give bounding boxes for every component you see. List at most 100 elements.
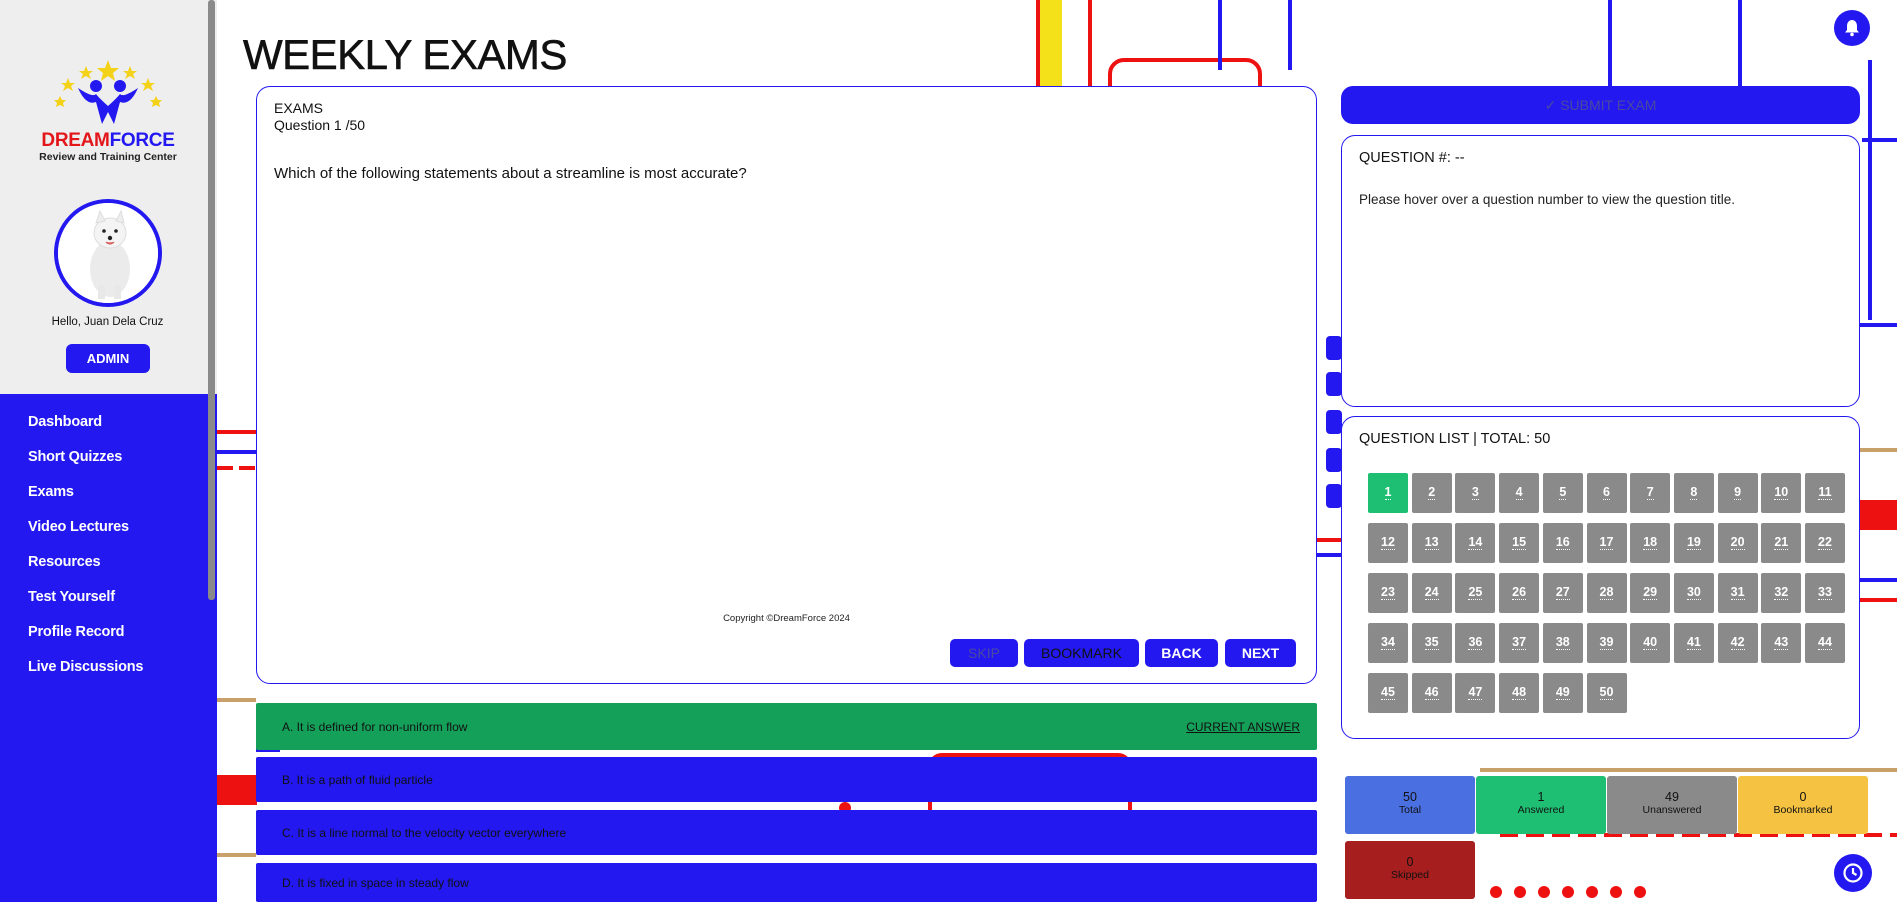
question-number-button[interactable]: 10 <box>1761 473 1802 513</box>
question-number-label: 50 <box>1599 685 1614 700</box>
copyright-text: Copyright ©DreamForce 2024 <box>723 613 850 624</box>
sidebar-item-dashboard[interactable]: Dashboard <box>28 412 143 447</box>
sidebar-item-live-discussions[interactable]: Live Discussions <box>28 657 143 692</box>
next-button[interactable]: NEXT <box>1225 639 1296 667</box>
question-number-button[interactable]: 38 <box>1542 623 1583 663</box>
question-number-button[interactable]: 8 <box>1673 473 1714 513</box>
question-number-button[interactable]: 12 <box>1368 523 1408 563</box>
answer-option-a[interactable]: A. It is defined for non-uniform flow CU… <box>256 703 1317 750</box>
question-number-button[interactable]: 36 <box>1455 623 1496 663</box>
stat-value: 49 <box>1665 790 1679 804</box>
brand-logo[interactable]: DREAMFORCE Review and Training Center <box>38 58 178 168</box>
question-number-button[interactable]: 47 <box>1455 673 1496 713</box>
sidebar-scrollbar[interactable] <box>208 0 215 600</box>
question-number-button[interactable]: 15 <box>1499 523 1540 563</box>
question-number-button[interactable]: 14 <box>1455 523 1496 563</box>
stat-unanswered: 49 Unanswered <box>1607 776 1737 834</box>
question-number-button[interactable]: 17 <box>1586 523 1627 563</box>
notification-button[interactable] <box>1834 10 1870 46</box>
submit-exam-button[interactable]: ✓ SUBMIT EXAM <box>1341 86 1860 124</box>
brand-name: DREAMFORCE <box>41 130 175 151</box>
sidebar-item-video-lectures[interactable]: Video Lectures <box>28 517 143 552</box>
answer-option-c[interactable]: C. It is a line normal to the velocity v… <box>256 810 1317 855</box>
question-number-button[interactable]: 42 <box>1717 623 1758 663</box>
question-number-button[interactable]: 3 <box>1455 473 1496 513</box>
question-number-button[interactable]: 1 <box>1368 473 1408 513</box>
question-number-button[interactable]: 9 <box>1717 473 1758 513</box>
bookmark-button[interactable]: BOOKMARK <box>1024 639 1139 667</box>
question-number-button[interactable]: 35 <box>1411 623 1452 663</box>
question-number-button[interactable]: 27 <box>1542 573 1583 613</box>
stat-label: Skipped <box>1391 869 1429 881</box>
question-number-button[interactable]: 23 <box>1368 573 1408 613</box>
answer-option-d[interactable]: D. It is fixed in space in steady flow <box>256 863 1317 902</box>
question-number-label: 47 <box>1468 685 1483 700</box>
question-number-button[interactable]: 31 <box>1717 573 1758 613</box>
question-number-button[interactable]: 39 <box>1586 623 1627 663</box>
question-number-button[interactable]: 6 <box>1586 473 1627 513</box>
dreamforce-stars-logo-icon <box>54 60 162 124</box>
question-number-button[interactable]: 24 <box>1411 573 1452 613</box>
stat-skipped: 0 Skipped <box>1345 841 1475 899</box>
answer-option-b[interactable]: B. It is a path of fluid particle <box>256 757 1317 802</box>
question-number-button[interactable]: 22 <box>1805 523 1845 563</box>
stat-bookmarked: 0 Bookmarked <box>1738 776 1868 834</box>
question-number-button[interactable]: 43 <box>1761 623 1802 663</box>
question-number-button[interactable]: 5 <box>1542 473 1583 513</box>
question-number-button[interactable]: 7 <box>1630 473 1671 513</box>
question-number-button[interactable]: 48 <box>1499 673 1540 713</box>
question-number-button[interactable]: 49 <box>1542 673 1583 713</box>
question-number-button[interactable]: 18 <box>1630 523 1671 563</box>
question-number-button[interactable]: 2 <box>1411 473 1452 513</box>
question-number-button[interactable]: 30 <box>1673 573 1714 613</box>
question-number-button[interactable]: 20 <box>1717 523 1758 563</box>
question-number-button[interactable]: 46 <box>1411 673 1452 713</box>
question-number-button[interactable]: 19 <box>1673 523 1714 563</box>
question-number-button[interactable]: 29 <box>1630 573 1671 613</box>
question-number-label: 49 <box>1555 685 1570 700</box>
sidebar-item-short-quizzes[interactable]: Short Quizzes <box>28 447 143 482</box>
question-number-button[interactable]: 33 <box>1805 573 1845 613</box>
question-number-label: 45 <box>1381 685 1395 700</box>
section-label: EXAMS <box>274 100 324 116</box>
question-number-button[interactable]: 25 <box>1455 573 1496 613</box>
question-number-label: 29 <box>1643 585 1658 600</box>
question-number-button[interactable]: 13 <box>1411 523 1452 563</box>
question-number-button[interactable]: 26 <box>1499 573 1540 613</box>
question-number-label: 7 <box>1646 485 1654 500</box>
back-button[interactable]: BACK <box>1145 639 1218 667</box>
preview-title: QUESTION #: -- <box>1359 150 1465 166</box>
avatar[interactable] <box>54 199 162 307</box>
sidebar-item-exams[interactable]: Exams <box>28 482 143 517</box>
question-number-label: 46 <box>1424 685 1439 700</box>
question-number-button[interactable]: 28 <box>1586 573 1627 613</box>
question-number-label: 3 <box>1471 485 1479 500</box>
question-number-button[interactable]: 16 <box>1542 523 1583 563</box>
question-number-label: 11 <box>1818 485 1832 500</box>
question-number-button[interactable]: 4 <box>1499 473 1540 513</box>
question-number-button[interactable]: 11 <box>1805 473 1845 513</box>
question-number-button[interactable]: 34 <box>1368 623 1408 663</box>
question-number-label: 2 <box>1428 485 1436 500</box>
current-answer-label: CURRENT ANSWER <box>1186 719 1300 734</box>
question-number-button[interactable]: 45 <box>1368 673 1408 713</box>
question-number-label: 15 <box>1512 535 1527 550</box>
sidebar: DREAMFORCE Review and Training Center He… <box>0 0 217 902</box>
question-number-label: 12 <box>1381 535 1395 550</box>
question-number-button[interactable]: 32 <box>1761 573 1802 613</box>
question-number-button[interactable]: 50 <box>1586 673 1627 713</box>
timer-button[interactable] <box>1834 854 1872 892</box>
question-number-button[interactable]: 21 <box>1761 523 1802 563</box>
sidebar-item-profile-record[interactable]: Profile Record <box>28 622 143 657</box>
sidebar-item-test-yourself[interactable]: Test Yourself <box>28 587 143 622</box>
question-number-button[interactable]: 44 <box>1805 623 1845 663</box>
question-number-button[interactable]: 41 <box>1673 623 1714 663</box>
page-title: WEEKLY EXAMS <box>243 31 568 79</box>
stat-value: 0 <box>1799 790 1807 804</box>
sidebar-item-resources[interactable]: Resources <box>28 552 143 587</box>
question-text: Which of the following statements about … <box>274 165 747 182</box>
admin-role-button[interactable]: ADMIN <box>66 344 150 373</box>
skip-button[interactable]: SKIP <box>950 639 1018 667</box>
question-number-button[interactable]: 37 <box>1499 623 1540 663</box>
question-number-button[interactable]: 40 <box>1630 623 1671 663</box>
